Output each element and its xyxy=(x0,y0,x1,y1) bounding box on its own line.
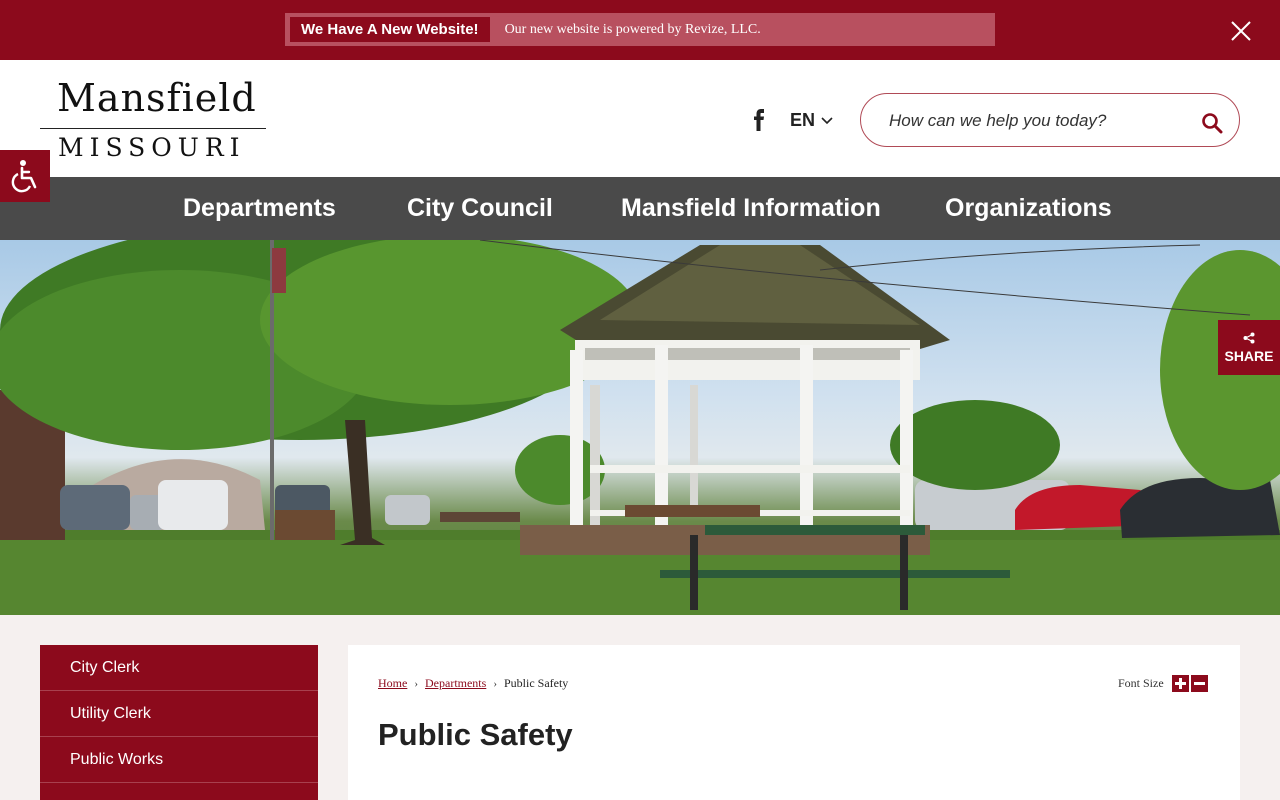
share-label: SHARE xyxy=(1224,347,1274,364)
site-header: Mansfield MISSOURI EN xyxy=(0,60,1280,177)
sidebar-nav: City Clerk Utility Clerk Public Works xyxy=(40,645,318,800)
logo-city-name: Mansfield xyxy=(57,76,257,120)
close-icon[interactable] xyxy=(1228,18,1254,44)
minus-icon xyxy=(1193,682,1205,685)
chevron-down-icon xyxy=(821,116,833,124)
font-size-label: Font Size xyxy=(1118,676,1164,690)
language-selector[interactable]: EN xyxy=(790,110,833,131)
logo-divider xyxy=(40,128,266,129)
nav-item-mansfield-information[interactable]: Mansfield Information xyxy=(621,177,881,240)
breadcrumb-current: Public Safety xyxy=(503,676,569,690)
sidebar-item-next[interactable] xyxy=(40,783,318,800)
main-content: Home › Departments › Public Safety Font … xyxy=(348,645,1240,800)
page-title: Public Safety xyxy=(378,717,573,752)
share-icon xyxy=(1243,332,1255,343)
breadcrumb: Home › Departments › Public Safety xyxy=(378,676,568,691)
wheelchair-icon xyxy=(11,160,37,193)
search-input[interactable] xyxy=(889,108,1179,134)
sidebar-item-utility-clerk[interactable]: Utility Clerk xyxy=(40,691,318,737)
gazebo-park-scene xyxy=(0,240,1280,615)
announcement-badge: We Have A New Website! xyxy=(290,17,490,42)
plus-icon xyxy=(1174,678,1186,689)
sidebar-item-public-works[interactable]: Public Works xyxy=(40,737,318,783)
nav-item-departments[interactable]: Departments xyxy=(183,177,336,240)
breadcrumb-home-link[interactable]: Home xyxy=(378,676,407,691)
site-logo[interactable]: Mansfield MISSOURI xyxy=(40,76,266,162)
search-icon[interactable] xyxy=(1201,112,1223,134)
announcement-text: Our new website is powered by Revize, LL… xyxy=(504,21,761,37)
nav-item-organizations[interactable]: Organizations xyxy=(945,177,1112,240)
sidebar-item-city-clerk[interactable]: City Clerk xyxy=(40,645,318,691)
language-label: EN xyxy=(790,110,816,130)
main-nav: Departments City Council Mansfield Infor… xyxy=(0,177,1280,240)
chevron-right-icon: › xyxy=(414,677,418,690)
breadcrumb-departments-link[interactable]: Departments xyxy=(425,676,486,691)
facebook-icon[interactable] xyxy=(750,109,768,131)
font-size-control: Font Size xyxy=(1118,675,1208,692)
nav-item-city-council[interactable]: City Council xyxy=(407,177,553,240)
announcement-box[interactable]: We Have A New Website! Our new website i… xyxy=(285,13,995,46)
logo-state-name: MISSOURI xyxy=(58,133,246,162)
search-box xyxy=(860,93,1240,147)
share-button[interactable]: SHARE xyxy=(1218,320,1280,375)
hero-image xyxy=(0,240,1280,615)
decrease-font-button[interactable] xyxy=(1190,675,1208,692)
chevron-right-icon: › xyxy=(493,677,497,690)
announcement-bar: We Have A New Website! Our new website i… xyxy=(0,0,1280,60)
accessibility-button[interactable] xyxy=(0,150,50,202)
increase-font-button[interactable] xyxy=(1171,675,1189,692)
